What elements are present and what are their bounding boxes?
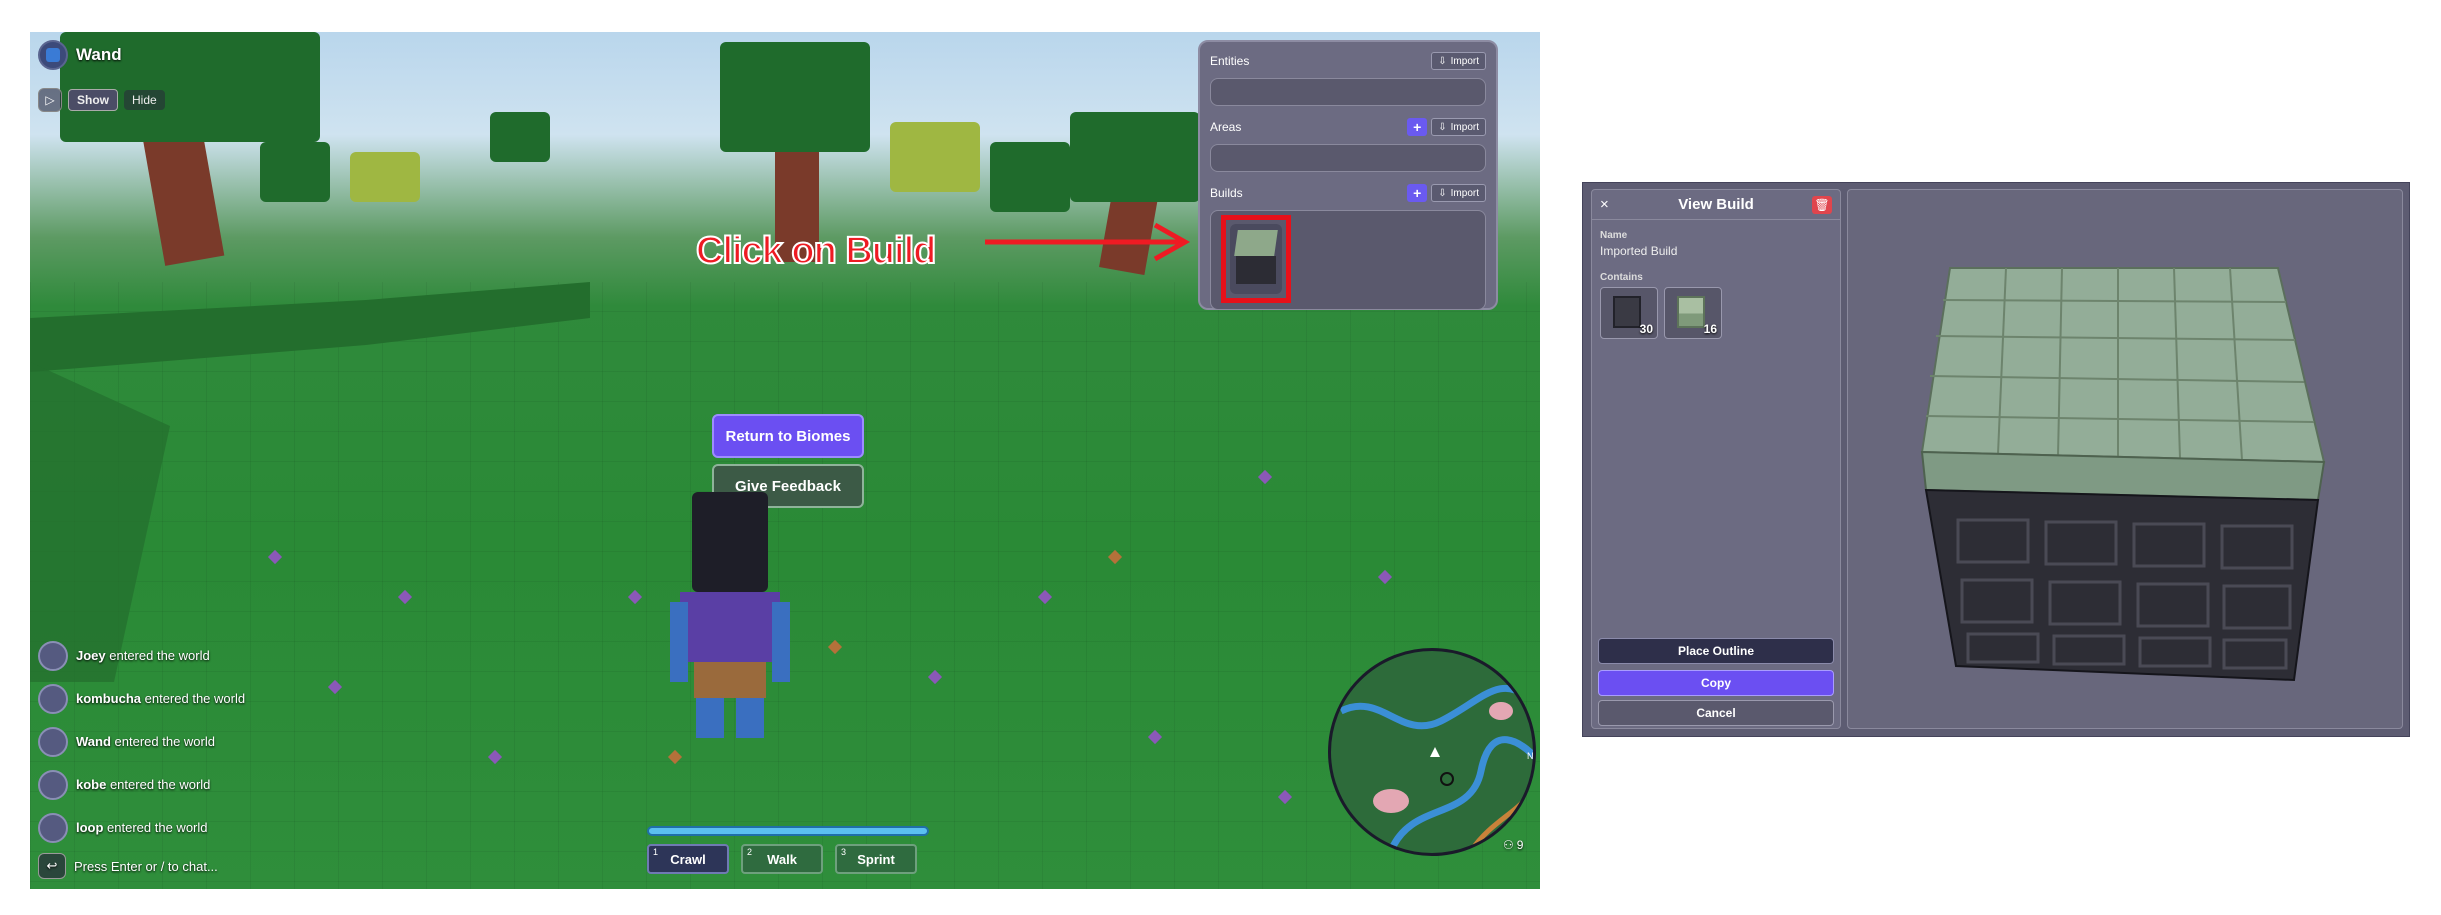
avatar	[38, 640, 68, 671]
view-build-sidebar: × View Build 🗑 Name Imported Build Conta…	[1591, 189, 1841, 729]
tree-canopy	[720, 42, 870, 152]
chat-message: loop entered the world	[38, 806, 245, 849]
areas-label: Areas	[1210, 120, 1242, 134]
show-button[interactable]: Show	[68, 89, 118, 111]
build-cube-icon	[1230, 224, 1282, 294]
player-avatar	[38, 40, 68, 70]
cancel-button[interactable]: Cancel	[1598, 700, 1834, 726]
show-hide-toggle: ▷ Show Hide	[38, 88, 165, 112]
tree-canopy	[990, 142, 1070, 212]
players-icon: ⚇	[1503, 838, 1514, 852]
avatar	[38, 769, 68, 800]
builds-list	[1210, 210, 1486, 310]
areas-import-button[interactable]: ⇩ Import	[1431, 118, 1486, 136]
chat-message: kombucha entered the world	[38, 677, 245, 720]
build-thumbnail[interactable]	[1221, 215, 1291, 303]
annotation-arrow-icon	[985, 222, 1191, 262]
minimap-terrain: N	[1339, 684, 1534, 853]
game-viewport[interactable]: Wand ▷ Show Hide Click on Build Entities…	[30, 32, 1540, 889]
areas-section: Areas + ⇩ Import	[1210, 116, 1486, 138]
builds-import-button[interactable]: ⇩ Import	[1431, 184, 1486, 202]
player-name: Wand	[76, 45, 122, 64]
contains-list: 30 16	[1600, 287, 1840, 339]
download-icon: ⇩	[1438, 121, 1447, 133]
builds-add-button[interactable]: +	[1407, 184, 1428, 202]
view-build-title: View Build	[1678, 196, 1754, 213]
dark-stone-block-icon[interactable]: 30	[1600, 287, 1658, 339]
walk-button[interactable]: 2 Walk	[741, 844, 823, 874]
avatar	[38, 812, 68, 843]
name-label: Name	[1600, 230, 1628, 241]
tree-canopy	[490, 112, 550, 162]
entities-label: Entities	[1210, 54, 1250, 68]
build-preview[interactable]	[1847, 189, 2403, 729]
build-name: Imported Build	[1600, 244, 1678, 258]
entities-import-button[interactable]: ⇩ Import	[1431, 52, 1486, 70]
movement-modes: 1 Crawl 2 Walk 3 Sprint	[647, 844, 917, 874]
click-on-build-annotation: Click on Build	[695, 229, 937, 273]
avatar	[38, 726, 68, 757]
chat-message: Wand entered the world	[38, 720, 245, 763]
builds-label: Builds	[1210, 186, 1243, 200]
chat-input[interactable]: ↩ Press Enter or / to chat...	[38, 853, 245, 879]
player-tag: Wand	[38, 40, 122, 70]
player-character	[670, 462, 790, 762]
sprint-button[interactable]: 3 Sprint	[835, 844, 917, 874]
hide-button[interactable]: Hide	[124, 90, 165, 110]
tree-canopy	[890, 122, 980, 192]
minimap[interactable]: N	[1328, 648, 1536, 856]
tree-canopy	[260, 142, 330, 202]
build-cube-icon	[1920, 267, 2326, 682]
stamina-bar	[647, 826, 929, 836]
mossy-brick-block-icon[interactable]: 16	[1664, 287, 1722, 339]
entities-section: Entities ⇩ Import	[1210, 50, 1486, 72]
close-icon[interactable]: ×	[1600, 196, 1620, 213]
enter-key-icon: ↩	[38, 853, 66, 879]
play-icon[interactable]: ▷	[38, 88, 62, 112]
svg-text:N: N	[1527, 751, 1534, 761]
contains-label: Contains	[1600, 272, 1643, 283]
areas-add-button[interactable]: +	[1407, 118, 1428, 136]
delete-icon[interactable]: 🗑	[1811, 195, 1832, 214]
download-icon: ⇩	[1438, 187, 1447, 199]
copy-button[interactable]: Copy	[1598, 670, 1834, 696]
entities-list	[1210, 78, 1486, 106]
avatar	[38, 683, 68, 714]
chat-message: Joey entered the world	[38, 634, 245, 677]
crawl-button[interactable]: 1 Crawl	[647, 844, 729, 874]
return-to-biomes-button[interactable]: Return to Biomes	[712, 414, 864, 458]
areas-list	[1210, 144, 1486, 172]
view-build-window: × View Build 🗑 Name Imported Build Conta…	[1582, 182, 2410, 737]
editor-panel: Entities ⇩ Import Areas + ⇩ Import Builds …	[1198, 40, 1498, 310]
tree-canopy	[350, 152, 420, 202]
chat-log: Joey entered the world kombucha entered …	[38, 634, 245, 879]
view-build-header: × View Build 🗑	[1592, 190, 1840, 220]
tree-canopy	[1070, 112, 1200, 202]
download-icon: ⇩	[1438, 55, 1447, 67]
players-count: ⚇ 9	[1503, 838, 1524, 852]
chat-message: kobe entered the world	[38, 763, 245, 806]
chat-prompt: Press Enter or / to chat...	[74, 858, 218, 874]
place-outline-button[interactable]: Place Outline	[1598, 638, 1834, 664]
builds-section: Builds + ⇩ Import	[1210, 182, 1486, 204]
